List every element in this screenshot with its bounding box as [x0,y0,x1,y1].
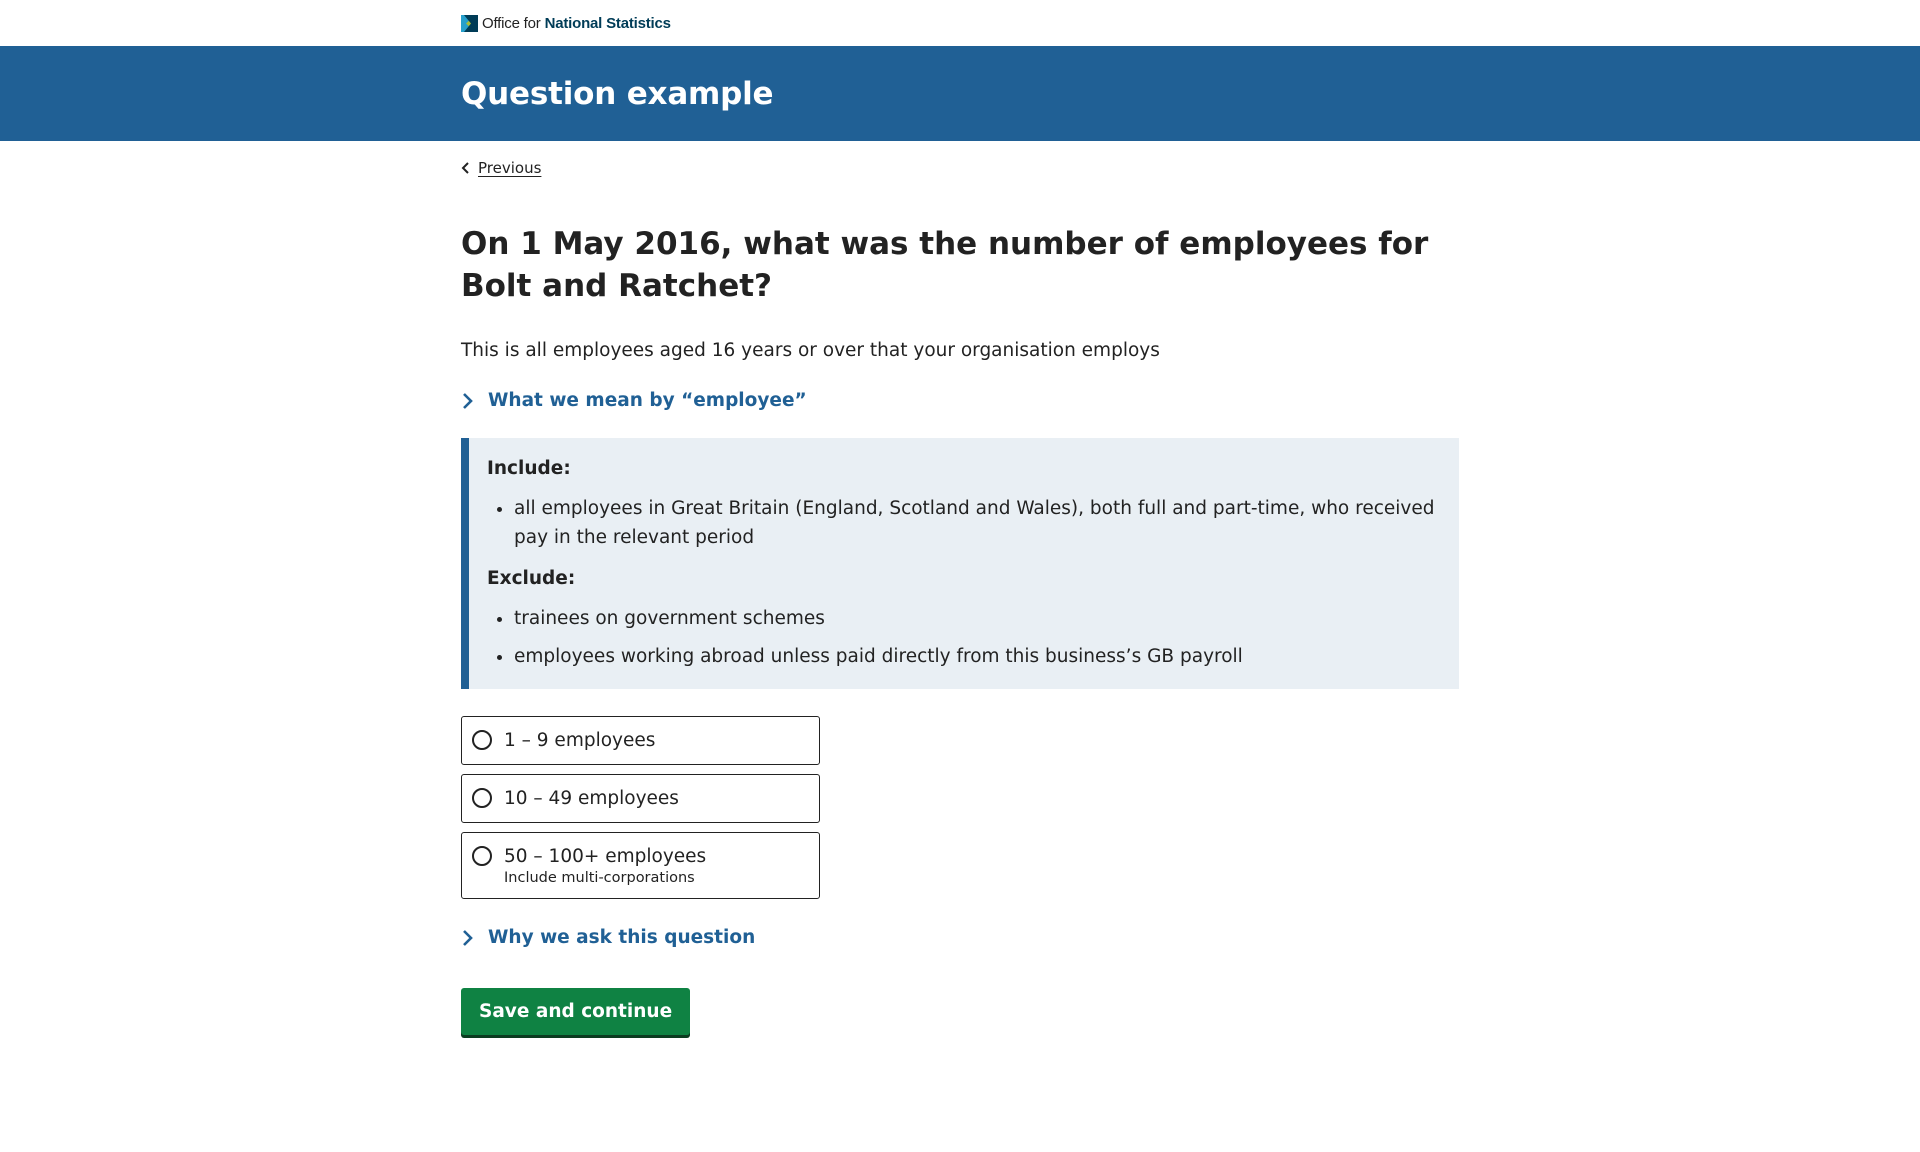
ons-logo-icon [461,14,478,32]
radio-label: 10 – 49 employees [504,788,679,809]
chevron-right-icon [463,929,473,946]
page-title: Question example [461,75,774,112]
save-and-continue-button[interactable]: Save and continue [461,988,691,1035]
list-item: all employees in Great Britain (England,… [514,494,1437,552]
why-we-ask-toggle[interactable]: Why we ask this question [461,927,1459,948]
ons-logo[interactable]: Office for National Statistics [461,0,1459,46]
radio-hint: Include multi-corporations [504,870,695,886]
main-content: Previous On 1 May 2016, what was the num… [461,159,1459,1035]
employee-definition-panel: Include: all employees in Great Britain … [461,438,1459,689]
why-we-ask-label: Why we ask this question [488,927,756,948]
question-title: On 1 May 2016, what was the number of em… [461,226,1429,304]
radio-option-1-9[interactable]: 1 – 9 employees [461,716,820,765]
radio-button[interactable] [472,788,492,808]
radio-label: 1 – 9 employees [504,730,656,751]
exclude-heading: Exclude: [487,568,576,589]
list-item: trainees on government schemes [514,604,1437,633]
logo-text: Office for National Statistics [482,14,671,32]
list-item: employees working abroad unless paid dir… [514,642,1437,671]
radio-button[interactable] [472,846,492,866]
chevron-right-icon [463,392,473,409]
top-bar: Office for National Statistics [0,0,1920,46]
include-heading: Include: [487,458,571,479]
header-band: Question example [0,46,1920,141]
question-description: This is all employees aged 16 years or o… [461,340,1160,361]
radio-option-50-100[interactable]: 50 – 100+ employees Include multi-corpora… [461,832,820,899]
employee-definition-toggle[interactable]: What we mean by “employee” [461,390,1459,411]
exclude-list: trainees on government schemes employees… [487,604,1437,671]
chevron-left-icon [461,162,469,174]
employee-definition-toggle-label: What we mean by “employee” [488,390,807,411]
previous-link[interactable]: Previous [461,159,1459,177]
radio-label: 50 – 100+ employees [504,846,707,867]
radio-button[interactable] [472,730,492,750]
include-list: all employees in Great Britain (England,… [487,494,1437,552]
radio-option-10-49[interactable]: 10 – 49 employees [461,774,820,823]
employee-count-options: 1 – 9 employees 10 – 49 employees 50 – 1… [461,716,1459,899]
previous-link-label[interactable]: Previous [478,159,541,177]
